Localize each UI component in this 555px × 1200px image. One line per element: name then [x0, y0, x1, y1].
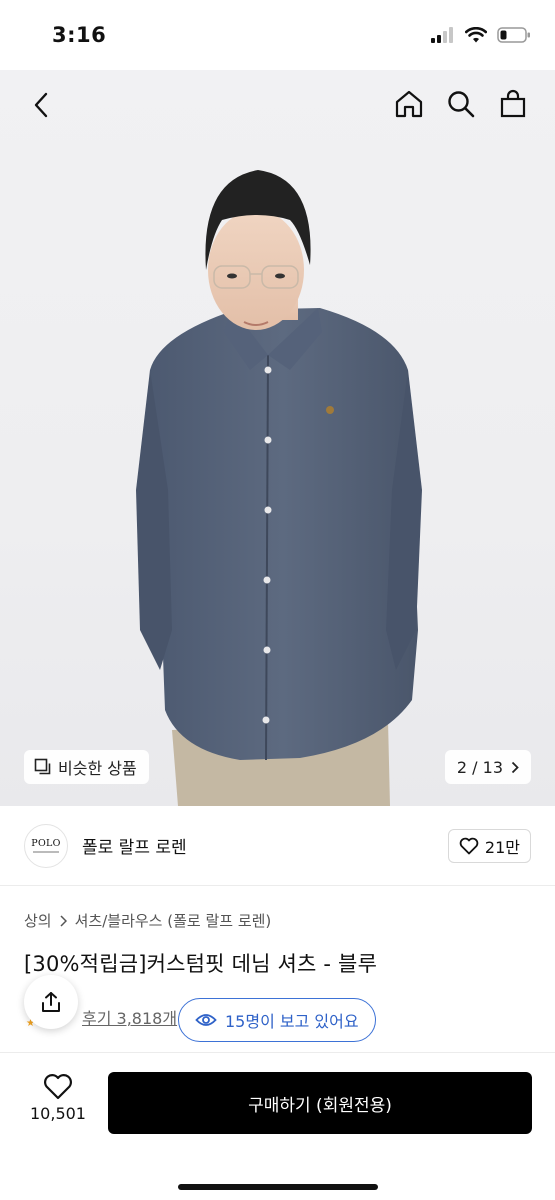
brand-logo-underline: [33, 851, 59, 853]
search-button[interactable]: [445, 86, 477, 122]
review-count-link[interactable]: 후기 3,818개: [82, 1005, 177, 1029]
breadcrumb-category[interactable]: 셔츠/블라우스 (폴로 랄프 로렌): [75, 910, 272, 931]
top-navigation: [0, 70, 555, 140]
eye-icon: [195, 1014, 217, 1026]
wifi-icon: [465, 27, 487, 43]
chevron-left-icon: [34, 92, 48, 118]
breadcrumb: 상의 셔츠/블라우스 (폴로 랄프 로렌): [24, 910, 271, 931]
viewer-count-badge: 15명이 보고 있어요: [178, 998, 376, 1042]
copy-icon: [34, 758, 51, 775]
brand-logo: POLO: [24, 823, 68, 868]
similar-products-label: 비슷한 상품: [58, 759, 137, 778]
home-indicator: [178, 1184, 378, 1190]
share-button[interactable]: [24, 975, 78, 1029]
brand-name[interactable]: 폴로 랄프 로렌: [82, 833, 448, 858]
battery-icon: [497, 27, 530, 43]
wishlist-button[interactable]: 10,501: [28, 1073, 88, 1123]
home-icon: [395, 90, 423, 118]
product-image-gallery[interactable]: 비슷한 상품 2 / 13: [0, 70, 555, 806]
brand-row[interactable]: POLO 폴로 랄프 로렌 21만: [0, 806, 555, 886]
purchase-bar: 10,501 구매하기 (회원전용): [0, 1053, 555, 1200]
brand-like-button[interactable]: 21만: [447, 828, 531, 863]
back-button[interactable]: [26, 88, 56, 122]
shopping-bag-icon: [500, 89, 526, 118]
breadcrumb-root[interactable]: 상의: [24, 910, 52, 931]
viewer-count-text: 15명이 보고 있어요: [225, 1012, 359, 1031]
chevron-right-icon: [511, 761, 519, 773]
heart-icon: [44, 1074, 72, 1100]
home-button[interactable]: [393, 86, 425, 122]
brand-logo-text: POLO: [31, 838, 61, 849]
heart-icon: [459, 837, 479, 854]
chevron-right-icon: [60, 914, 67, 927]
status-time: 3:16: [52, 23, 107, 47]
cart-button[interactable]: [497, 86, 529, 122]
brand-like-count: 21만: [484, 837, 520, 857]
similar-products-button[interactable]: 비슷한 상품: [24, 750, 149, 784]
image-counter: 2 / 13: [456, 757, 503, 777]
product-title: [30%적립금]커스텀핏 데님 셔츠 - 블루: [24, 952, 378, 976]
product-photo: [136, 170, 422, 806]
status-icons: [431, 27, 531, 43]
search-icon: [448, 91, 475, 118]
buy-button[interactable]: 구매하기 (회원전용): [108, 1072, 532, 1134]
cellular-signal-icon: [431, 27, 453, 43]
image-counter-button[interactable]: 2 / 13: [444, 750, 531, 784]
wishlist-count: 10,501: [30, 1104, 86, 1123]
share-icon: [42, 992, 60, 1012]
status-bar: 3:16: [0, 0, 555, 70]
